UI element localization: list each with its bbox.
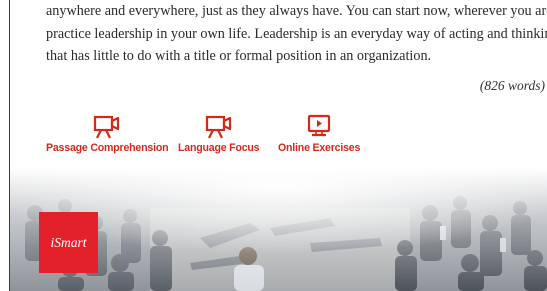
video-camera-icon [94, 115, 120, 139]
word-count: (826 words) [479, 78, 545, 93]
ismart-label: iSmart [50, 234, 87, 250]
monitor-play-icon [307, 114, 331, 137]
reading-passage: anywhere and everywhere, just as they al… [46, 0, 547, 68]
passage-line: that has little to do with a title or fo… [46, 48, 432, 64]
language-focus-link[interactable]: Language Focus [178, 114, 260, 154]
resource-links: Passage Comprehension Language Focus Onl… [40, 114, 400, 156]
passage-line: anywhere and everywhere, just as they al… [46, 3, 547, 19]
passage-comprehension-link[interactable]: Passage Comprehension [46, 114, 169, 154]
online-exercises-label: Online Exercises [278, 142, 361, 154]
video-camera-icon [205, 115, 231, 139]
online-exercises-link[interactable]: Online Exercises [278, 114, 360, 154]
passage-comprehension-label: Passage Comprehension [46, 142, 169, 154]
passage-line: practice leadership in your own life. Le… [46, 25, 547, 42]
language-focus-label: Language Focus [178, 142, 260, 154]
ismart-button[interactable]: iSmart [39, 212, 98, 273]
